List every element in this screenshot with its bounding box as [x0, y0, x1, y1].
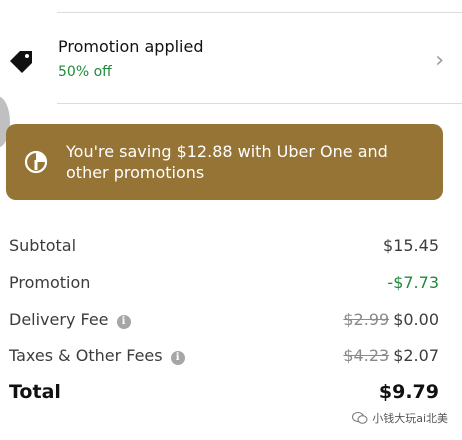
subtotal-value: $15.45 — [383, 236, 439, 255]
watermark: 小钱大玩ai北美 — [352, 410, 448, 426]
taxes-value: $2.07 — [393, 346, 439, 365]
section-divider — [57, 103, 462, 104]
promotion-row: Promotion -$7.73 — [9, 273, 439, 297]
subtotal-label: Subtotal — [9, 236, 77, 255]
promotion-value: -$7.73 — [387, 273, 439, 292]
wechat-icon — [352, 412, 368, 424]
delivery-fee-label-group: Delivery Fee i — [9, 310, 131, 329]
promotion-applied-row[interactable]: Promotion applied 50% off › — [0, 28, 462, 90]
promotion-subtitle: 50% off — [58, 64, 112, 80]
savings-banner: You're saving $12.88 with Uber One and o… — [6, 124, 443, 200]
info-icon[interactable]: i — [116, 315, 131, 329]
watermark-text: 小钱大玩ai北美 — [372, 412, 448, 425]
promotion-title: Promotion applied — [58, 37, 204, 56]
taxes-label: Taxes & Other Fees — [9, 346, 163, 365]
tag-icon — [10, 51, 32, 73]
delivery-fee-value-group: $2.99 $0.00 — [343, 310, 439, 329]
info-icon[interactable]: i — [170, 351, 185, 365]
taxes-original: $4.23 — [343, 346, 390, 365]
savings-banner-text: You're saving $12.88 with Uber One and o… — [66, 142, 388, 182]
total-label: Total — [9, 381, 61, 403]
delivery-fee-value: $0.00 — [393, 310, 439, 329]
total-value: $9.79 — [378, 381, 439, 403]
subtotal-row: Subtotal $15.45 — [9, 236, 439, 260]
total-row: Total $9.79 — [9, 381, 439, 409]
top-divider — [57, 12, 462, 13]
promotion-label: Promotion — [9, 273, 91, 292]
delivery-fee-label: Delivery Fee — [9, 310, 109, 329]
chevron-right-icon[interactable]: › — [435, 48, 444, 73]
delivery-fee-row: Delivery Fee i $2.99 $0.00 — [9, 310, 439, 334]
uber-one-icon — [24, 150, 48, 174]
taxes-label-group: Taxes & Other Fees i — [9, 346, 185, 365]
delivery-fee-original: $2.99 — [343, 310, 390, 329]
taxes-row: Taxes & Other Fees i $4.23 $2.07 — [9, 346, 439, 370]
taxes-value-group: $4.23 $2.07 — [343, 346, 439, 365]
